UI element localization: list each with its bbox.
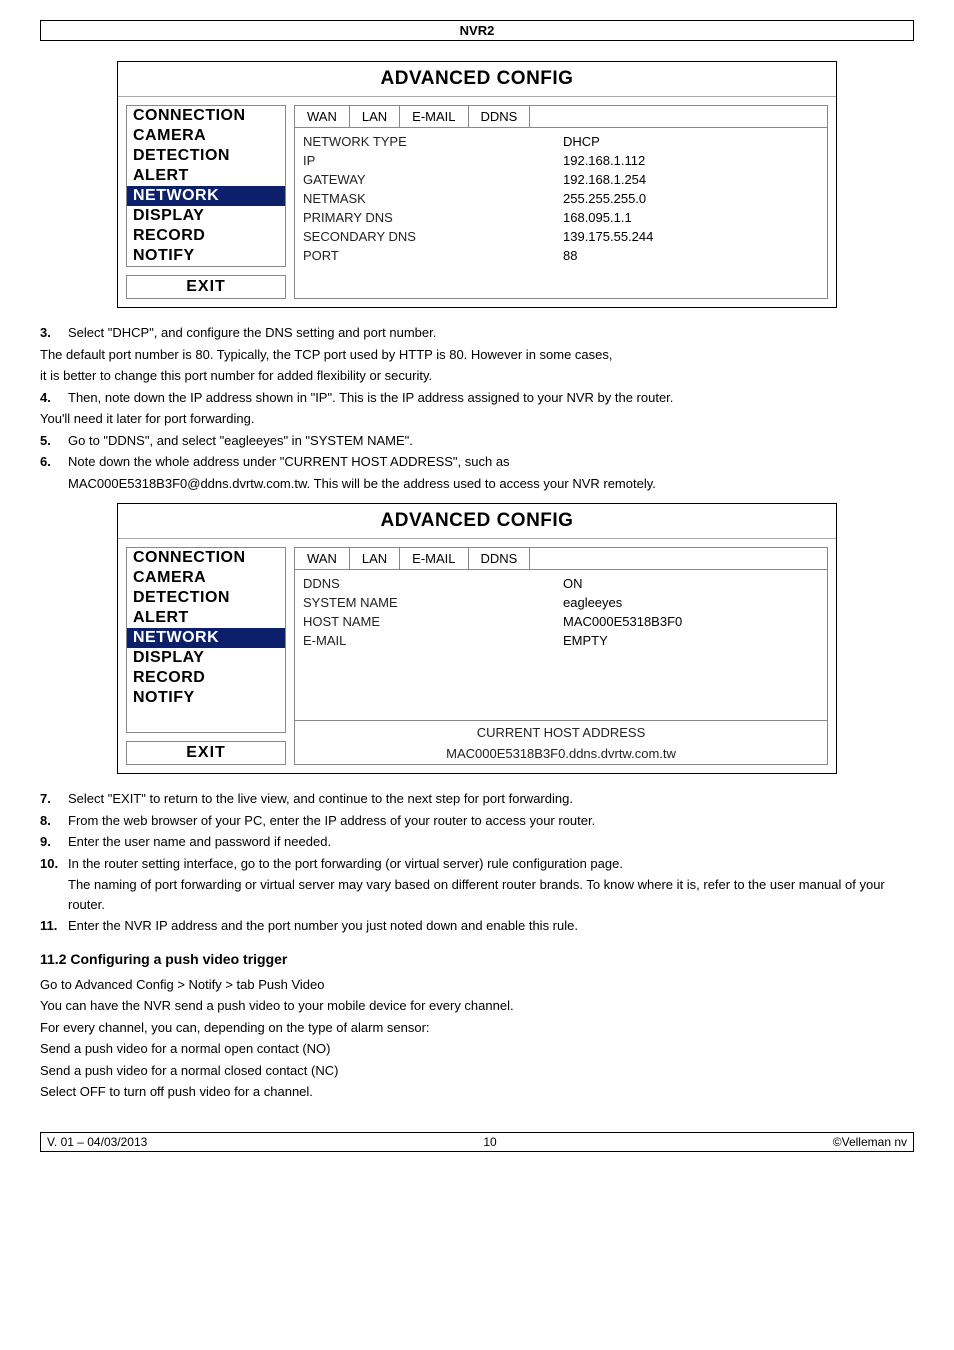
footer-copyright: ©Velleman nv (833, 1135, 907, 1149)
page-footer: V. 01 – 04/03/2013 10 ©Velleman nv (40, 1132, 914, 1152)
tab-wan[interactable]: WAN (295, 548, 350, 569)
step-number: 9. (40, 832, 68, 852)
footer-page: 10 (483, 1135, 496, 1149)
tabs: WAN LAN E-MAIL DDNS (295, 106, 827, 128)
step-text: Enter the user name and password if need… (68, 834, 331, 849)
section-text: You can have the NVR send a push video t… (40, 996, 914, 1016)
row-value[interactable]: MAC000E5318B3F0 (563, 614, 819, 629)
sidebar-item-detection[interactable]: DETECTION (127, 146, 285, 166)
step-number: 8. (40, 811, 68, 831)
row-label: IP (303, 153, 563, 168)
step-text: it is better to change this port number … (40, 366, 914, 386)
sidebar-item-display[interactable]: DISPLAY (127, 206, 285, 226)
step-text: Select "EXIT" to return to the live view… (68, 791, 573, 806)
instructions-block-a: 3.Select "DHCP", and configure the DNS s… (40, 323, 914, 493)
content-panel: WAN LAN E-MAIL DDNS NETWORK TYPEDHCP IP1… (294, 105, 828, 299)
step-text: Enter the NVR IP address and the port nu… (68, 918, 578, 933)
sidebar-item-camera[interactable]: CAMERA (127, 568, 285, 588)
row-label: E-MAIL (303, 633, 563, 648)
doc-header: NVR2 (40, 20, 914, 41)
section-text: For every channel, you can, depending on… (40, 1018, 914, 1038)
row-value[interactable]: 139.175.55.244 (563, 229, 819, 244)
row-value[interactable]: eagleeyes (563, 595, 819, 610)
row-label: DDNS (303, 576, 563, 591)
row-label: GATEWAY (303, 172, 563, 187)
row-value: 255.255.255.0 (563, 191, 819, 206)
step-number: 4. (40, 388, 68, 408)
sidebar-item-camera[interactable]: CAMERA (127, 126, 285, 146)
row-value[interactable]: 88 (563, 248, 819, 263)
step-text: MAC000E5318B3F0@ddns.dvrtw.com.tw. This … (40, 474, 914, 494)
sidebar-item-record[interactable]: RECORD (127, 226, 285, 246)
exit-button[interactable]: EXIT (126, 741, 286, 765)
step-number: 7. (40, 789, 68, 809)
sidebar-item-connection[interactable]: CONNECTION (127, 106, 285, 126)
tab-lan[interactable]: LAN (350, 548, 400, 569)
exit-button[interactable]: EXIT (126, 275, 286, 299)
panel-title: ADVANCED CONFIG (118, 62, 836, 97)
step-text: The naming of port forwarding or virtual… (40, 875, 914, 914)
content-panel: WAN LAN E-MAIL DDNS DDNSON SYSTEM NAMEea… (294, 547, 828, 765)
sidebar-item-alert[interactable]: ALERT (127, 166, 285, 186)
step-text: From the web browser of your PC, enter t… (68, 813, 595, 828)
step-text: Note down the whole address under "CURRE… (68, 454, 510, 469)
tab-ddns[interactable]: DDNS (469, 548, 531, 569)
tab-lan[interactable]: LAN (350, 106, 400, 127)
tabs: WAN LAN E-MAIL DDNS (295, 548, 827, 570)
sidebar-item-detection[interactable]: DETECTION (127, 588, 285, 608)
section-text: Select OFF to turn off push video for a … (40, 1082, 914, 1102)
config-panel-wan: ADVANCED CONFIG CONNECTION CAMERA DETECT… (117, 61, 837, 308)
tab-email[interactable]: E-MAIL (400, 106, 468, 127)
step-text: Select "DHCP", and configure the DNS set… (68, 325, 436, 340)
section-heading: 11.2 Configuring a push video trigger (40, 951, 914, 967)
row-label: PRIMARY DNS (303, 210, 563, 225)
row-value[interactable]: 168.095.1.1 (563, 210, 819, 225)
sidebar-item-network[interactable]: NETWORK (127, 186, 285, 206)
step-number: 6. (40, 452, 68, 472)
step-text: The default port number is 80. Typically… (40, 345, 914, 365)
footer-version: V. 01 – 04/03/2013 (47, 1135, 147, 1149)
step-text: Go to "DDNS", and select "eagleeyes" in … (68, 433, 413, 448)
config-panel-ddns: ADVANCED CONFIG CONNECTION CAMERA DETECT… (117, 503, 837, 774)
tab-ddns[interactable]: DDNS (469, 106, 531, 127)
row-label: HOST NAME (303, 614, 563, 629)
current-host-label: CURRENT HOST ADDRESS (295, 720, 827, 743)
row-value: 192.168.1.254 (563, 172, 819, 187)
step-text: In the router setting interface, go to t… (68, 856, 623, 871)
row-label: PORT (303, 248, 563, 263)
section-text: Send a push video for a normal closed co… (40, 1061, 914, 1081)
tab-wan[interactable]: WAN (295, 106, 350, 127)
row-label: SYSTEM NAME (303, 595, 563, 610)
tab-email[interactable]: E-MAIL (400, 548, 468, 569)
current-host-value: MAC000E5318B3F0.ddns.dvrtw.com.tw (295, 743, 827, 764)
row-label: SECONDARY DNS (303, 229, 563, 244)
row-value[interactable]: ON (563, 576, 819, 591)
row-value: 192.168.1.112 (563, 153, 819, 168)
row-value[interactable]: DHCP (563, 134, 819, 149)
step-text: You'll need it later for port forwarding… (40, 409, 914, 429)
row-value[interactable]: EMPTY (563, 633, 819, 648)
row-label: NETMASK (303, 191, 563, 206)
panel-title: ADVANCED CONFIG (118, 504, 836, 539)
section-text: Go to Advanced Config > Notify > tab Pus… (40, 975, 914, 995)
sidebar: CONNECTION CAMERA DETECTION ALERT NETWOR… (126, 547, 286, 765)
step-number: 10. (40, 854, 68, 874)
step-text: Then, note down the IP address shown in … (68, 390, 673, 405)
sidebar-item-record[interactable]: RECORD (127, 668, 285, 688)
instructions-block-b: 7.Select "EXIT" to return to the live vi… (40, 789, 914, 936)
sidebar-item-notify[interactable]: NOTIFY (127, 246, 285, 266)
step-number: 3. (40, 323, 68, 343)
sidebar-item-display[interactable]: DISPLAY (127, 648, 285, 668)
sidebar-item-connection[interactable]: CONNECTION (127, 548, 285, 568)
section-text: Send a push video for a normal open cont… (40, 1039, 914, 1059)
sidebar-item-notify[interactable]: NOTIFY (127, 688, 285, 708)
sidebar-item-alert[interactable]: ALERT (127, 608, 285, 628)
step-number: 11. (40, 916, 68, 936)
row-label: NETWORK TYPE (303, 134, 563, 149)
sidebar: CONNECTION CAMERA DETECTION ALERT NETWOR… (126, 105, 286, 299)
step-number: 5. (40, 431, 68, 451)
sidebar-item-network[interactable]: NETWORK (127, 628, 285, 648)
